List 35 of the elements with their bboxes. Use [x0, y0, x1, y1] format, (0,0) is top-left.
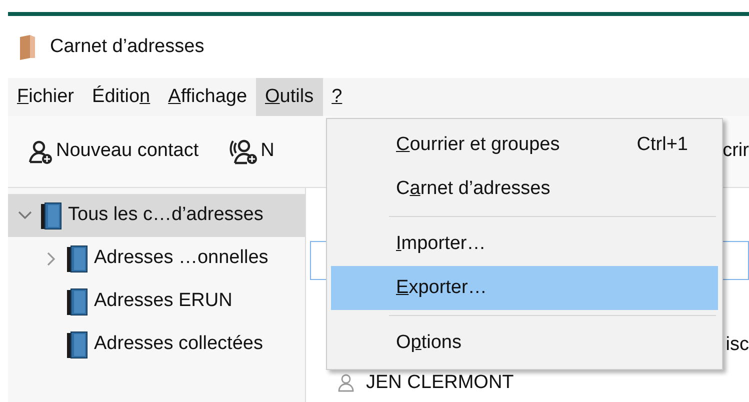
contact-name: JEN CLERMONT: [366, 370, 514, 395]
window-title: Carnet d’adresses: [50, 34, 204, 59]
tree-item-label: Adresses ERUN: [94, 289, 232, 314]
shortcut-label: Ctrl+1: [636, 132, 688, 157]
toolbar-button[interactable]: Nouveau contact: [28, 137, 199, 166]
tree-item-label: Tous les c…d’adresses: [68, 203, 264, 228]
tree-item[interactable]: Adresses ERUN: [8, 280, 305, 323]
add-list-icon: [228, 138, 259, 166]
menu-bar-item[interactable]: Outils: [256, 78, 323, 116]
menu-item[interactable]: Carnet d’adresses: [331, 167, 718, 211]
menu-item[interactable]: Options: [331, 321, 718, 365]
table-cell-text: isc: [726, 332, 749, 357]
address-book-icon: [66, 330, 88, 358]
address-book-icon: [66, 244, 88, 272]
menu-item[interactable]: Courrier et groupes Ctrl+1: [331, 123, 718, 167]
add-contact-icon: [28, 138, 54, 164]
chevron-down-icon[interactable]: [18, 211, 32, 220]
menu-item[interactable]: Importer…: [331, 222, 718, 266]
address-book-icon: [40, 202, 62, 230]
tree-item[interactable]: Tous les c…d’adresses: [8, 194, 305, 237]
tree-item[interactable]: Adresses collectées: [8, 323, 305, 366]
tree-item-label: Adresses …onnelles: [94, 246, 268, 270]
tree-item[interactable]: Adresses …onnelles: [8, 237, 305, 280]
toolbar-button[interactable]: crir: [722, 137, 749, 166]
menu-bar-item[interactable]: ?: [322, 78, 352, 116]
menu-bar-item[interactable]: Édition: [83, 78, 160, 116]
menu-bar-item[interactable]: Affichage: [159, 78, 256, 116]
chevron-right-icon[interactable]: [46, 252, 56, 266]
menu-item[interactable]: Exporter…: [331, 266, 718, 310]
tree-item-label: Adresses collectées: [94, 332, 263, 356]
menu-bar-item[interactable]: Fichier: [8, 78, 84, 116]
person-icon: [338, 374, 354, 392]
book-icon: [18, 34, 36, 60]
toolbar-button[interactable]: N: [228, 137, 274, 166]
address-book-icon: [66, 288, 88, 316]
